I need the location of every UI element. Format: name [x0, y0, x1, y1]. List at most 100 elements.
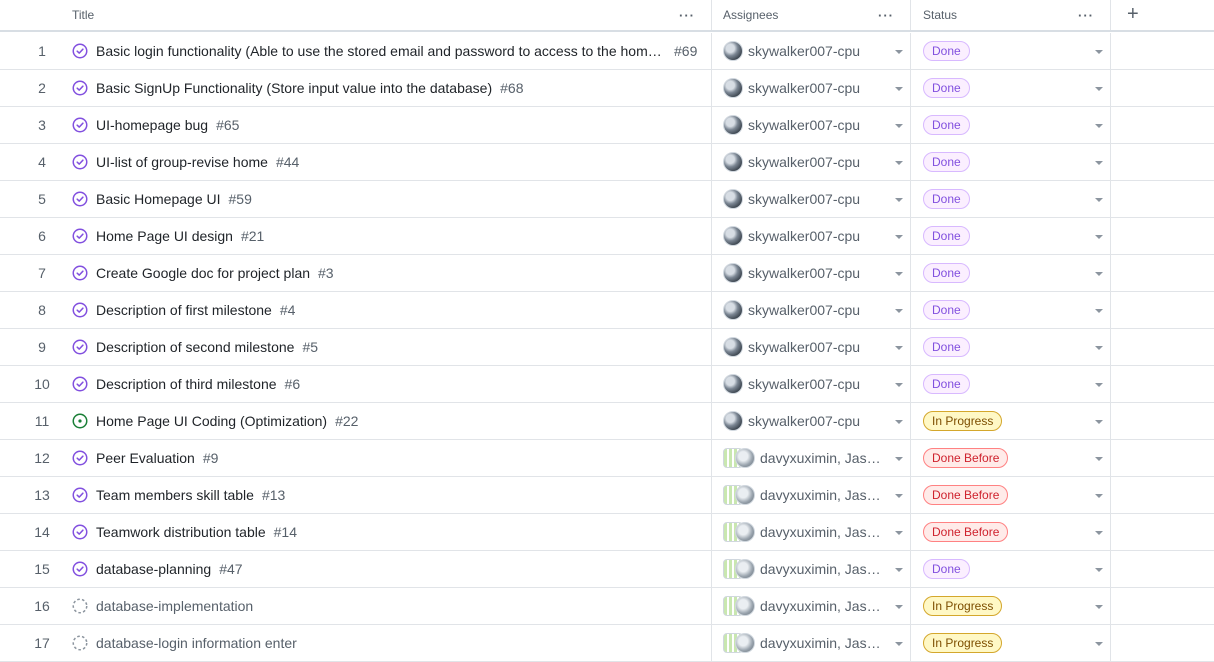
table-row[interactable]: 1 Basic login functionality (Able to use…: [0, 33, 1214, 70]
status-dropdown-icon[interactable]: [1095, 87, 1103, 91]
title-cell[interactable]: database-implementation: [62, 588, 711, 624]
status-cell[interactable]: Done: [910, 181, 1110, 217]
status-cell[interactable]: In Progress: [910, 403, 1110, 439]
issue-title-link[interactable]: Description of first milestone: [96, 302, 272, 318]
status-dropdown-icon[interactable]: [1095, 457, 1103, 461]
assignees-dropdown-icon[interactable]: [895, 531, 903, 535]
status-cell[interactable]: In Progress: [910, 588, 1110, 624]
assignees-dropdown-icon[interactable]: [895, 309, 903, 313]
status-dropdown-icon[interactable]: [1095, 420, 1103, 424]
status-badge[interactable]: Done: [923, 189, 970, 209]
status-badge[interactable]: Done: [923, 337, 970, 357]
table-row[interactable]: 6 Home Page UI design #21 skywalker007-c…: [0, 218, 1214, 255]
assignees-dropdown-icon[interactable]: [895, 198, 903, 202]
table-row[interactable]: 16 database-implementation davyxuximin, …: [0, 588, 1214, 625]
status-dropdown-icon[interactable]: [1095, 642, 1103, 646]
status-badge[interactable]: Done Before: [923, 522, 1009, 542]
title-cell[interactable]: Home Page UI design #21: [62, 218, 711, 254]
assignees-cell[interactable]: skywalker007-cpu: [711, 255, 910, 291]
issue-title-link[interactable]: Basic SignUp Functionality (Store input …: [96, 80, 492, 96]
issue-title-link[interactable]: UI-list of group-revise home: [96, 154, 268, 170]
status-dropdown-icon[interactable]: [1095, 161, 1103, 165]
status-cell[interactable]: Done Before: [910, 477, 1110, 513]
table-row[interactable]: 14 Teamwork distribution table #14 davyx…: [0, 514, 1214, 551]
table-row[interactable]: 8 Description of first milestone #4 skyw…: [0, 292, 1214, 329]
status-dropdown-icon[interactable]: [1095, 272, 1103, 276]
status-cell[interactable]: Done: [910, 329, 1110, 365]
title-cell[interactable]: Basic Homepage UI #59: [62, 181, 711, 217]
add-field-plus-icon[interactable]: +: [1127, 3, 1139, 26]
title-cell[interactable]: Basic SignUp Functionality (Store input …: [62, 70, 711, 106]
assignees-dropdown-icon[interactable]: [895, 457, 903, 461]
status-cell[interactable]: Done: [910, 292, 1110, 328]
table-row[interactable]: 12 Peer Evaluation #9 davyxuximin, Jases…: [0, 440, 1214, 477]
assignees-dropdown-icon[interactable]: [895, 605, 903, 609]
issue-title-link[interactable]: database-planning: [96, 561, 211, 577]
assignees-dropdown-icon[interactable]: [895, 642, 903, 646]
assignees-cell[interactable]: davyxuximin, Jases…: [711, 440, 910, 476]
issue-title-link[interactable]: Description of second milestone: [96, 339, 294, 355]
issue-title-link[interactable]: database-login information enter: [96, 635, 297, 651]
status-badge[interactable]: Done: [923, 152, 970, 172]
status-dropdown-icon[interactable]: [1095, 605, 1103, 609]
title-column-menu-icon[interactable]: ···: [679, 8, 695, 23]
assignees-dropdown-icon[interactable]: [895, 346, 903, 350]
status-badge[interactable]: In Progress: [923, 633, 1003, 653]
assignees-dropdown-icon[interactable]: [895, 161, 903, 165]
table-row[interactable]: 17 database-login information enter davy…: [0, 625, 1214, 662]
title-cell[interactable]: Teamwork distribution table #14: [62, 514, 711, 550]
header-assignees-column[interactable]: Assignees ···: [711, 0, 910, 30]
status-cell[interactable]: Done: [910, 70, 1110, 106]
status-cell[interactable]: Done: [910, 255, 1110, 291]
status-badge[interactable]: Done: [923, 374, 970, 394]
status-dropdown-icon[interactable]: [1095, 383, 1103, 387]
status-dropdown-icon[interactable]: [1095, 346, 1103, 350]
assignees-dropdown-icon[interactable]: [895, 383, 903, 387]
status-dropdown-icon[interactable]: [1095, 309, 1103, 313]
table-row[interactable]: 9 Description of second milestone #5 sky…: [0, 329, 1214, 366]
assignees-column-menu-icon[interactable]: ···: [878, 8, 894, 23]
assignees-dropdown-icon[interactable]: [895, 568, 903, 572]
title-cell[interactable]: Team members skill table #13: [62, 477, 711, 513]
table-row[interactable]: 13 Team members skill table #13 davyxuxi…: [0, 477, 1214, 514]
table-row[interactable]: 5 Basic Homepage UI #59 skywalker007-cpu…: [0, 181, 1214, 218]
assignees-dropdown-icon[interactable]: [895, 494, 903, 498]
issue-title-link[interactable]: Peer Evaluation: [96, 450, 195, 466]
issue-title-link[interactable]: UI-homepage bug: [96, 117, 208, 133]
status-cell[interactable]: Done: [910, 551, 1110, 587]
title-cell[interactable]: Home Page UI Coding (Optimization) #22: [62, 403, 711, 439]
status-badge[interactable]: Done Before: [923, 448, 1009, 468]
assignees-cell[interactable]: skywalker007-cpu: [711, 107, 910, 143]
assignees-dropdown-icon[interactable]: [895, 420, 903, 424]
status-column-menu-icon[interactable]: ···: [1078, 8, 1094, 23]
status-dropdown-icon[interactable]: [1095, 50, 1103, 54]
status-cell[interactable]: Done: [910, 107, 1110, 143]
issue-title-link[interactable]: Create Google doc for project plan: [96, 265, 310, 281]
status-badge[interactable]: Done: [923, 559, 970, 579]
assignees-cell[interactable]: skywalker007-cpu: [711, 33, 910, 69]
assignees-cell[interactable]: davyxuximin, Jases…: [711, 625, 910, 661]
issue-title-link[interactable]: Basic Homepage UI: [96, 191, 221, 207]
assignees-cell[interactable]: skywalker007-cpu: [711, 403, 910, 439]
status-dropdown-icon[interactable]: [1095, 124, 1103, 128]
title-cell[interactable]: Description of first milestone #4: [62, 292, 711, 328]
status-cell[interactable]: Done: [910, 144, 1110, 180]
table-row[interactable]: 4 UI-list of group-revise home #44 skywa…: [0, 144, 1214, 181]
status-dropdown-icon[interactable]: [1095, 568, 1103, 572]
status-badge[interactable]: Done: [923, 115, 970, 135]
assignees-dropdown-icon[interactable]: [895, 87, 903, 91]
status-cell[interactable]: Done: [910, 366, 1110, 402]
assignees-cell[interactable]: skywalker007-cpu: [711, 329, 910, 365]
assignees-dropdown-icon[interactable]: [895, 235, 903, 239]
table-row[interactable]: 11 Home Page UI Coding (Optimization) #2…: [0, 403, 1214, 440]
title-cell[interactable]: database-login information enter: [62, 625, 711, 661]
status-dropdown-icon[interactable]: [1095, 198, 1103, 202]
status-badge[interactable]: In Progress: [923, 411, 1003, 431]
table-row[interactable]: 2 Basic SignUp Functionality (Store inpu…: [0, 70, 1214, 107]
assignees-cell[interactable]: skywalker007-cpu: [711, 218, 910, 254]
status-badge[interactable]: Done: [923, 300, 970, 320]
status-badge[interactable]: Done: [923, 263, 970, 283]
header-title-column[interactable]: Title ···: [62, 0, 711, 30]
status-cell[interactable]: Done: [910, 218, 1110, 254]
status-badge[interactable]: Done: [923, 226, 970, 246]
